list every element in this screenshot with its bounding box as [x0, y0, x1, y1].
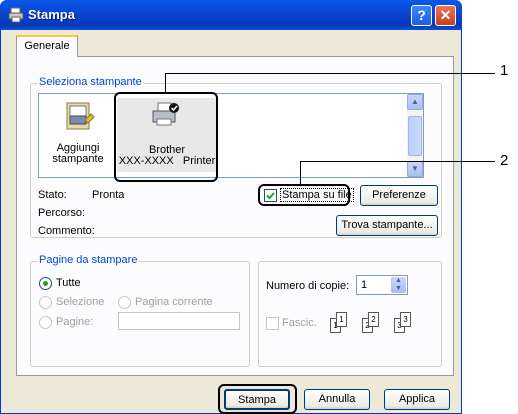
- scroll-thumb[interactable]: [408, 116, 422, 156]
- collate-checkbox[interactable]: [266, 317, 279, 330]
- printer-icon: [8, 7, 24, 23]
- add-printer-label-2: stampante: [52, 153, 104, 165]
- callout-box-print-button: [218, 384, 297, 414]
- callout-box-print-to-file: [258, 184, 350, 206]
- radio-current-page[interactable]: [118, 296, 131, 309]
- copies-label: Numero di copie:: [266, 280, 350, 292]
- selection-label: Selezione: [56, 296, 105, 308]
- current-page-label: Pagina corrente: [135, 296, 213, 308]
- collate-page: 2: [368, 312, 379, 327]
- find-printer-button[interactable]: Trova stampante...: [336, 215, 438, 236]
- path-label: Percorso:: [38, 207, 86, 219]
- apply-button[interactable]: Applica: [384, 389, 450, 410]
- status-value: Pronta: [92, 189, 125, 201]
- all-pages-label[interactable]: Tutte: [56, 277, 81, 289]
- pages-input[interactable]: [118, 312, 240, 330]
- copies-value: 1: [361, 279, 368, 291]
- status-label: Stato:: [38, 189, 67, 201]
- callout-line-1: [165, 73, 495, 74]
- callout-line-1-vertical: [165, 73, 166, 93]
- copies-input[interactable]: 1 ▲ ▼: [356, 275, 408, 295]
- title-bar[interactable]: Stampa ? ✕: [0, 0, 462, 30]
- printer-list[interactable]: Aggiungi stampante Brother XXX-XXXX Prin…: [38, 93, 424, 178]
- help-button[interactable]: ?: [411, 5, 432, 26]
- close-button[interactable]: ✕: [435, 5, 456, 26]
- page-range-legend: Pagine da stampare: [37, 254, 140, 266]
- list-item-add-printer[interactable]: Aggiungi stampante: [43, 98, 113, 170]
- callout-number-2: 2: [500, 152, 509, 169]
- scroll-up-button[interactable]: ▲: [407, 94, 423, 110]
- callout-box-printer: [114, 92, 218, 182]
- callout-number-1: 1: [500, 62, 509, 79]
- add-printer-icon: [66, 102, 95, 130]
- pages-label: Pagine:: [56, 316, 94, 328]
- cancel-button[interactable]: Annulla: [304, 389, 370, 410]
- print-dialog: Stampa ? ✕ Generale Seleziona stampante …: [0, 0, 462, 414]
- radio-selection[interactable]: [39, 296, 52, 309]
- printer-list-scrollbar[interactable]: ▲ ▼: [407, 94, 423, 177]
- radio-selected-dot: [43, 281, 48, 286]
- copies-spinner[interactable]: ▲ ▼: [391, 277, 406, 293]
- comment-label: Commento:: [38, 225, 95, 237]
- radio-pages[interactable]: [39, 316, 52, 329]
- collate-page: 1: [336, 312, 347, 327]
- select-printer-legend: Seleziona stampante: [37, 76, 144, 88]
- window-title: Stampa: [28, 7, 75, 22]
- tab-generale[interactable]: Generale: [16, 35, 78, 57]
- preferences-button[interactable]: Preferenze: [360, 185, 438, 206]
- radio-all-pages[interactable]: [39, 277, 52, 290]
- collate-label: Fascic.: [282, 317, 317, 329]
- scroll-down-button[interactable]: ▼: [407, 161, 423, 177]
- callout-line-2: [300, 161, 495, 162]
- collate-page: 3: [400, 312, 411, 327]
- callout-line-2-vertical: [300, 161, 301, 185]
- collate-illustration: 1 1 2 2 3 3: [330, 310, 430, 340]
